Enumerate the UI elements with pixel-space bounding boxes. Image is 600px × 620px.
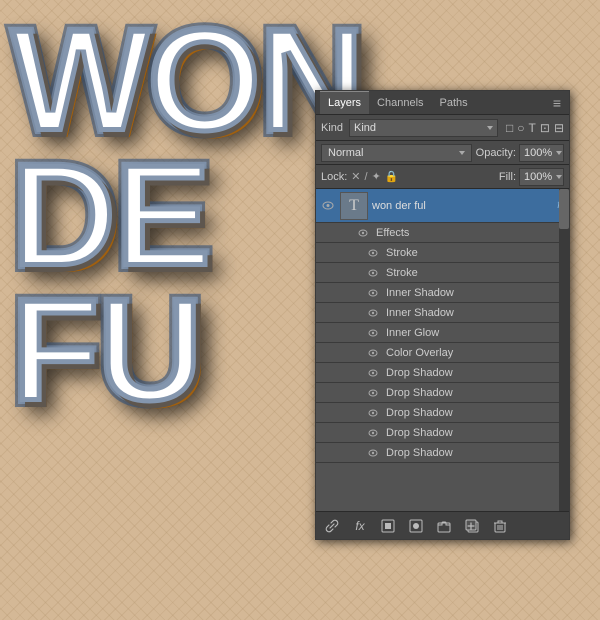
innershadow1-label: Inner Shadow bbox=[386, 287, 454, 299]
innershadow2-label: Inner Shadow bbox=[386, 307, 454, 319]
blend-chevron-icon bbox=[459, 151, 465, 155]
layers-list: T won der ful fx Effects Stroke Stroke bbox=[316, 189, 569, 511]
innerglow-label: Inner Glow bbox=[386, 327, 439, 339]
innershadow2-visibility-icon[interactable] bbox=[366, 306, 380, 320]
effects-label: Effects bbox=[376, 227, 409, 239]
effect-drop-shadow-1[interactable]: Drop Shadow bbox=[316, 363, 569, 383]
delete-layer-icon[interactable] bbox=[490, 516, 510, 536]
filter-type-icon[interactable]: T bbox=[529, 121, 536, 135]
kind-bar: Kind Kind □ ○ T ⊡ ⊟ bbox=[316, 115, 569, 141]
stroke1-visibility-icon[interactable] bbox=[366, 246, 380, 260]
effects-visibility-icon[interactable] bbox=[356, 226, 370, 240]
stroke2-label: Stroke bbox=[386, 267, 418, 279]
coloroverlay-visibility-icon[interactable] bbox=[366, 346, 380, 360]
new-layer-icon[interactable] bbox=[462, 516, 482, 536]
filter-adjust-icon[interactable]: ○ bbox=[517, 121, 524, 135]
effect-drop-shadow-5[interactable]: Drop Shadow bbox=[316, 443, 569, 463]
panel-bottom-bar: fx bbox=[316, 511, 569, 539]
scrollbar-track[interactable] bbox=[559, 189, 569, 511]
fill-value: 100% bbox=[524, 171, 552, 183]
fx-icon[interactable]: fx bbox=[350, 516, 370, 536]
lock-position-icon[interactable]: ✦ bbox=[372, 170, 381, 183]
effects-header[interactable]: Effects bbox=[316, 223, 569, 243]
stroke2-visibility-icon[interactable] bbox=[366, 266, 380, 280]
effect-color-overlay[interactable]: Color Overlay bbox=[316, 343, 569, 363]
lock-image-icon[interactable]: / bbox=[365, 171, 368, 183]
scrollbar-thumb[interactable] bbox=[559, 189, 569, 229]
layer-item-wonderul[interactable]: T won der ful fx bbox=[316, 189, 569, 223]
tab-layers[interactable]: Layers bbox=[320, 91, 369, 114]
fill-label: Fill: bbox=[499, 171, 516, 183]
blend-bar: Normal Opacity: 100% bbox=[316, 141, 569, 165]
effect-stroke-2[interactable]: Stroke bbox=[316, 263, 569, 283]
dropshadow1-visibility-icon[interactable] bbox=[366, 366, 380, 380]
opacity-label: Opacity: bbox=[476, 147, 516, 159]
link-icon[interactable] bbox=[322, 516, 342, 536]
opacity-group: Opacity: 100% bbox=[476, 144, 564, 162]
fill-group: Fill: 100% bbox=[499, 168, 564, 186]
effect-inner-shadow-2[interactable]: Inner Shadow bbox=[316, 303, 569, 323]
kind-value: Kind bbox=[354, 122, 376, 134]
filter-smart-icon[interactable]: ⊟ bbox=[554, 121, 564, 135]
opacity-input[interactable]: 100% bbox=[519, 144, 564, 162]
opacity-value: 100% bbox=[524, 147, 552, 159]
kind-label: Kind bbox=[321, 122, 343, 134]
dropshadow5-label: Drop Shadow bbox=[386, 447, 453, 459]
effect-drop-shadow-4[interactable]: Drop Shadow bbox=[316, 423, 569, 443]
fill-chevron-icon bbox=[556, 175, 562, 179]
coloroverlay-label: Color Overlay bbox=[386, 347, 453, 359]
dropshadow5-visibility-icon[interactable] bbox=[366, 446, 380, 460]
filter-shape-icon[interactable]: ⊡ bbox=[540, 121, 550, 135]
blend-mode-dropdown[interactable]: Normal bbox=[321, 144, 472, 162]
tab-channels[interactable]: Channels bbox=[369, 91, 431, 114]
dropshadow3-visibility-icon[interactable] bbox=[366, 406, 380, 420]
dropshadow1-label: Drop Shadow bbox=[386, 367, 453, 379]
blend-mode-value: Normal bbox=[328, 147, 363, 159]
effect-drop-shadow-2[interactable]: Drop Shadow bbox=[316, 383, 569, 403]
fill-input[interactable]: 100% bbox=[519, 168, 564, 186]
effect-inner-shadow-1[interactable]: Inner Shadow bbox=[316, 283, 569, 303]
dropshadow2-label: Drop Shadow bbox=[386, 387, 453, 399]
panel-tabs: Layers Channels Paths ≡ bbox=[316, 91, 569, 115]
panel-menu-icon[interactable]: ≡ bbox=[549, 95, 565, 111]
layer-visibility-icon[interactable] bbox=[320, 198, 336, 214]
layer-name: won der ful bbox=[372, 200, 553, 212]
kind-chevron-icon bbox=[487, 126, 493, 130]
effect-inner-glow[interactable]: Inner Glow bbox=[316, 323, 569, 343]
opacity-chevron-icon bbox=[556, 151, 562, 155]
lock-all-icon[interactable]: 🔒 bbox=[385, 170, 399, 183]
dropshadow2-visibility-icon[interactable] bbox=[366, 386, 380, 400]
innershadow1-visibility-icon[interactable] bbox=[366, 286, 380, 300]
layer-thumbnail: T bbox=[340, 192, 368, 220]
filter-pixel-icon[interactable]: □ bbox=[506, 121, 513, 135]
kind-icons: □ ○ T ⊡ ⊟ bbox=[506, 121, 564, 135]
new-layer-mask-icon[interactable] bbox=[406, 516, 426, 536]
effect-drop-shadow-3[interactable]: Drop Shadow bbox=[316, 403, 569, 423]
effect-stroke-1[interactable]: Stroke bbox=[316, 243, 569, 263]
canvas-text: W O N D E F U bbox=[10, 5, 362, 425]
dropshadow4-label: Drop Shadow bbox=[386, 427, 453, 439]
dropshadow3-label: Drop Shadow bbox=[386, 407, 453, 419]
kind-dropdown[interactable]: Kind bbox=[349, 119, 498, 137]
innerglow-visibility-icon[interactable] bbox=[366, 326, 380, 340]
new-fill-layer-icon[interactable] bbox=[378, 516, 398, 536]
lock-bar: Lock: ✕ / ✦ 🔒 Fill: 100% bbox=[316, 165, 569, 189]
tab-paths[interactable]: Paths bbox=[432, 91, 476, 114]
dropshadow4-visibility-icon[interactable] bbox=[366, 426, 380, 440]
stroke1-label: Stroke bbox=[386, 247, 418, 259]
new-group-icon[interactable] bbox=[434, 516, 454, 536]
lock-icons: ✕ / ✦ 🔒 bbox=[351, 170, 495, 183]
layers-panel: Layers Channels Paths ≡ Kind Kind □ ○ T … bbox=[315, 90, 570, 540]
lock-label: Lock: bbox=[321, 171, 347, 183]
lock-transparent-icon[interactable]: ✕ bbox=[351, 170, 360, 183]
